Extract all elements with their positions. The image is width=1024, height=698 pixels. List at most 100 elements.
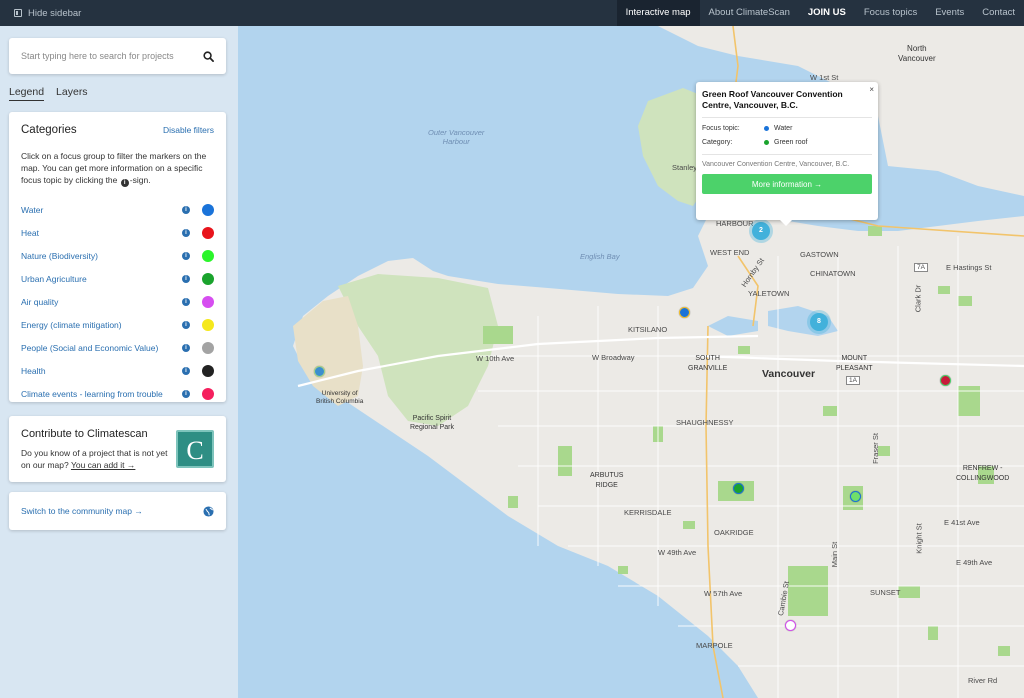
info-icon[interactable]: i bbox=[182, 205, 190, 214]
map-label-chinatown: CHINATOWN bbox=[810, 269, 856, 278]
category-row[interactable]: Health i bbox=[21, 359, 214, 382]
community-map-panel[interactable]: Switch to the community map → bbox=[9, 492, 226, 530]
category-color-dot bbox=[202, 295, 214, 308]
project-marker[interactable] bbox=[733, 483, 744, 494]
popup-focus-label: Focus topic: bbox=[702, 125, 740, 132]
category-color-dot bbox=[202, 203, 214, 216]
tab-legend[interactable]: Legend bbox=[9, 86, 45, 101]
info-icon[interactable]: i bbox=[182, 343, 190, 352]
nav-join-us[interactable]: JOIN US bbox=[799, 0, 855, 26]
category-row[interactable]: Climate events - learning from trouble i bbox=[21, 382, 214, 405]
popup-focus-value: Water bbox=[774, 125, 793, 132]
tab-layers[interactable]: Layers bbox=[56, 86, 88, 101]
category-row[interactable]: Nature (Biodiversity) i bbox=[21, 244, 214, 267]
sidebar: Legend Layers Categories Disable filters… bbox=[0, 26, 238, 698]
map-label-mount-pleasant: MOUNT PLEASANT bbox=[836, 355, 873, 372]
search-icon[interactable] bbox=[203, 50, 214, 62]
map-label-w1st: W 1st St bbox=[810, 73, 839, 82]
popup-title: Green Roof Vancouver Convention Centre, … bbox=[702, 89, 843, 110]
map-label-sunset: SUNSET bbox=[870, 588, 901, 597]
category-row[interactable]: Energy (climate mitigation) i bbox=[21, 313, 214, 336]
project-marker[interactable] bbox=[850, 491, 861, 502]
project-marker[interactable] bbox=[940, 375, 951, 386]
category-label[interactable]: Health bbox=[21, 366, 182, 376]
map-label-e41st: E 41st Ave bbox=[944, 518, 980, 527]
info-icon: i bbox=[120, 179, 129, 187]
map-label-fraser: Fraser St bbox=[870, 433, 880, 464]
category-color-dot bbox=[202, 364, 214, 377]
map-label-main: Main St bbox=[830, 541, 840, 568]
map-label-harbour: HARBOUR bbox=[716, 219, 754, 228]
category-color-dot bbox=[202, 272, 214, 285]
main-nav: Interactive map About ClimateScan JOIN U… bbox=[616, 0, 1024, 26]
map-label-renfrew: RENFREW - COLLINGWOOD bbox=[956, 465, 1010, 482]
cluster-marker[interactable]: 2 bbox=[752, 222, 770, 240]
categories-description-text: Click on a focus group to filter the mar… bbox=[21, 151, 207, 185]
category-row[interactable]: Air quality i bbox=[21, 290, 214, 313]
category-label[interactable]: People (Social and Economic Value) bbox=[21, 343, 182, 353]
category-label[interactable]: Water bbox=[21, 205, 182, 215]
category-row[interactable]: People (Social and Economic Value) i bbox=[21, 336, 214, 359]
category-label[interactable]: Climate events - learning from trouble bbox=[21, 389, 182, 399]
sidebar-toggle-icon bbox=[14, 9, 22, 17]
cluster-marker[interactable]: 8 bbox=[810, 313, 828, 331]
project-marker[interactable] bbox=[679, 307, 690, 318]
more-information-button[interactable]: More information → bbox=[702, 174, 872, 194]
map-label-oakridge: OAKRIDGE bbox=[714, 528, 754, 537]
category-color-dot bbox=[202, 249, 214, 262]
info-icon[interactable]: i bbox=[182, 320, 190, 329]
focus-color-dot bbox=[764, 126, 769, 131]
map-label-north-vancouver: North Vancouver bbox=[898, 44, 936, 63]
nav-contact[interactable]: Contact bbox=[973, 0, 1024, 26]
popup-address: Vancouver Convention Centre, Vancouver, … bbox=[702, 161, 850, 168]
category-label[interactable]: Urban Agriculture bbox=[21, 274, 182, 284]
map-label-e-hastings: E Hastings St bbox=[946, 263, 992, 272]
category-label[interactable]: Nature (Biodiversity) bbox=[21, 251, 182, 261]
map-label-pacific-spirit: Pacific Spirit Regional Park bbox=[410, 415, 454, 431]
disable-filters-link[interactable]: Disable filters bbox=[163, 125, 214, 135]
project-popup: × Green Roof Vancouver Convention Centre… bbox=[696, 82, 878, 226]
popup-category-label: Category: bbox=[702, 139, 733, 146]
map-label-shaughnessy: SHAUGHNESSY bbox=[676, 418, 734, 427]
hide-sidebar-button[interactable]: Hide sidebar bbox=[0, 0, 81, 26]
map-canvas[interactable]: North Vancouver Outer Vancouver Harbour En… bbox=[238, 26, 1024, 698]
project-marker[interactable] bbox=[314, 366, 325, 377]
globe-icon bbox=[203, 505, 214, 517]
categories-description-sign: -sign. bbox=[129, 175, 151, 185]
category-label[interactable]: Energy (climate mitigation) bbox=[21, 320, 182, 330]
category-row[interactable]: Urban Agriculture i bbox=[21, 267, 214, 290]
category-list: Water i Heat i Nature (Biodiversity) i Urban A… bbox=[21, 198, 214, 405]
info-icon[interactable]: i bbox=[182, 366, 190, 375]
info-icon[interactable]: i bbox=[182, 389, 190, 398]
category-color-dot bbox=[764, 140, 769, 145]
categories-panel: Categories Disable filters Click on a fo… bbox=[9, 112, 226, 402]
map-label-e49th: E 49th Ave bbox=[956, 558, 993, 567]
add-project-link[interactable]: You can add it → bbox=[71, 460, 135, 470]
category-label[interactable]: Heat bbox=[21, 228, 182, 238]
nav-interactive-map[interactable]: Interactive map bbox=[616, 0, 700, 26]
nav-focus-topics[interactable]: Focus topics bbox=[855, 0, 926, 26]
map-label-hwy-7a: 7A bbox=[914, 263, 928, 272]
info-icon[interactable]: i bbox=[182, 274, 190, 283]
map-label-marpole: MARPOLE bbox=[696, 641, 733, 650]
category-row[interactable]: Heat i bbox=[21, 221, 214, 244]
community-map-link[interactable]: Switch to the community map → bbox=[21, 506, 143, 516]
nav-events[interactable]: Events bbox=[926, 0, 973, 26]
map-label-w-broadway: W Broadway bbox=[592, 353, 635, 362]
map-label-w49th: W 49th Ave bbox=[658, 548, 697, 557]
category-row[interactable]: Water i bbox=[21, 198, 214, 221]
info-icon[interactable]: i bbox=[182, 228, 190, 237]
project-marker[interactable] bbox=[785, 620, 796, 631]
nav-about[interactable]: About ClimateScan bbox=[700, 0, 799, 26]
popup-close-button[interactable]: × bbox=[869, 85, 874, 94]
category-label[interactable]: Air quality bbox=[21, 297, 182, 307]
map-label-kitsilano: KITSILANO bbox=[628, 325, 668, 334]
popup-divider bbox=[702, 117, 872, 118]
map-label-west-end: WEST END bbox=[710, 248, 750, 257]
map-label-knight: Knight St bbox=[914, 523, 924, 554]
info-icon[interactable]: i bbox=[182, 251, 190, 260]
search-input[interactable] bbox=[21, 51, 203, 61]
info-icon[interactable]: i bbox=[182, 297, 190, 306]
map-base bbox=[293, 26, 1024, 698]
contribute-panel: Contribute to Climatescan Do you know of… bbox=[9, 416, 226, 482]
